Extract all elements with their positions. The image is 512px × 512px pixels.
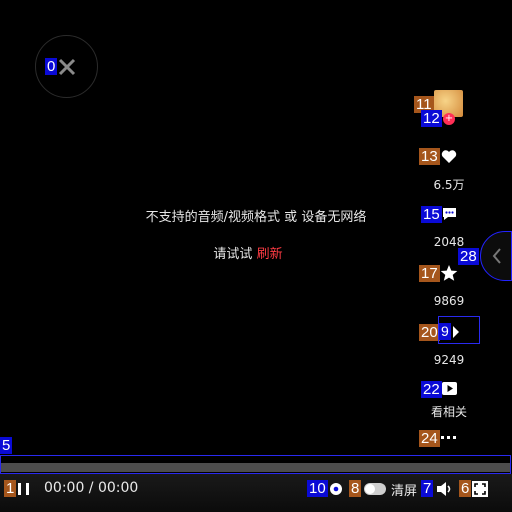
overlay-tag-more: 24 <box>419 430 440 447</box>
fullscreen-icon[interactable] <box>472 481 488 497</box>
clear-screen-toggle[interactable] <box>364 483 386 495</box>
follow-plus-icon[interactable]: + <box>443 113 455 125</box>
star-icon[interactable] <box>440 264 458 282</box>
overlay-tag-toggle: 8 <box>349 480 362 497</box>
comment-icon[interactable] <box>441 206 458 222</box>
overlay-tag-favorite: 17 <box>419 265 440 282</box>
share-count: 9249 <box>433 353 465 367</box>
retry-prefix: 请试试 <box>213 247 253 262</box>
overlay-tag-play: 1 <box>4 480 17 497</box>
overlay-tag-fullscreen: 6 <box>459 480 472 497</box>
progress-track[interactable] <box>1 463 510 472</box>
toggle-knob <box>365 484 375 494</box>
heart-icon[interactable] <box>441 149 457 164</box>
overlay-tag-like: 13 <box>419 148 440 165</box>
refresh-link[interactable]: 刷新 <box>257 247 283 262</box>
clear-screen-label: 清屏 <box>391 484 418 499</box>
share-arrow-icon <box>453 326 459 338</box>
settings-gear-icon[interactable] <box>328 481 344 497</box>
overlay-tag-share-inner: 9 <box>439 323 451 340</box>
related-label[interactable]: 看相关 <box>419 403 479 420</box>
more-icon[interactable] <box>441 436 458 440</box>
like-count: 6.5万 <box>433 178 465 192</box>
time-display: 00:00 / 00:00 <box>44 480 139 496</box>
overlay-tag-related: 22 <box>421 381 442 398</box>
favorite-count: 9869 <box>433 294 465 308</box>
overlay-tag-close: 0 <box>45 58 58 75</box>
comment-count: 2048 <box>433 235 465 249</box>
volume-icon[interactable] <box>436 481 454 497</box>
close-icon[interactable] <box>57 57 77 77</box>
overlay-tag-comment: 15 <box>421 206 442 223</box>
play-related-icon[interactable] <box>441 381 458 396</box>
play-pause-icon[interactable] <box>17 482 31 496</box>
overlay-tag-follow: 12 <box>421 110 442 127</box>
overlay-tag-share: 20 <box>419 324 440 341</box>
overlay-tag-progress: 5 <box>0 437 13 454</box>
chevron-left-icon <box>492 248 501 264</box>
overlay-tag-volume: 7 <box>421 480 434 497</box>
overlay-tag-settings: 10 <box>307 480 328 497</box>
overlay-tag-collapse: 28 <box>458 248 479 265</box>
